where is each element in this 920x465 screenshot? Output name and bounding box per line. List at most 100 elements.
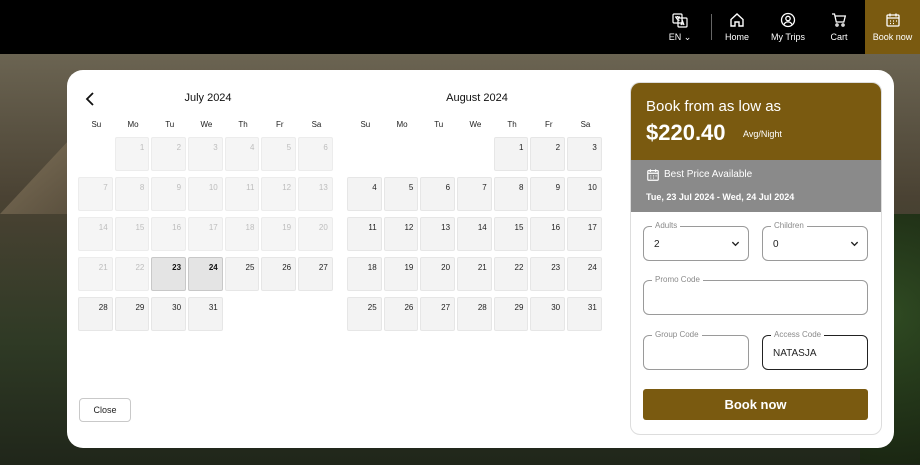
best-price-bar: Best Price Available Tue, 23 Jul 2024 - … — [631, 160, 881, 212]
day-cell[interactable]: 29 — [493, 297, 529, 331]
day-cell[interactable]: 7 — [457, 177, 492, 211]
children-value: 0 — [773, 239, 779, 250]
day-cell[interactable]: 25 — [224, 257, 260, 291]
calendar-icon — [885, 13, 900, 27]
empty-day-cell — [457, 137, 492, 171]
translate-icon — [672, 12, 688, 28]
children-select[interactable]: Children 0 — [762, 221, 868, 261]
weekday-label: Tu — [165, 120, 175, 129]
day-cell[interactable]: 31 — [188, 297, 223, 331]
day-cell[interactable]: 27 — [298, 257, 333, 291]
day-cell[interactable]: 20 — [420, 257, 456, 291]
weekday-label: Tu — [434, 120, 444, 129]
day-cell: 9 — [151, 177, 187, 211]
day-cell[interactable]: 5 — [383, 177, 419, 211]
children-label: Children — [771, 221, 807, 230]
weekday-label: Th — [507, 120, 517, 129]
day-cell[interactable]: 26 — [261, 257, 297, 291]
day-cell: 10 — [188, 177, 223, 211]
day-cell[interactable]: 23 — [151, 257, 187, 291]
best-price-label: Best Price Available — [664, 169, 753, 180]
day-cell[interactable]: 4 — [347, 177, 382, 211]
day-cell: 14 — [78, 217, 113, 251]
month-title: July 2024 — [184, 92, 232, 104]
day-cell[interactable]: 27 — [420, 297, 456, 331]
day-cell[interactable]: 26 — [383, 297, 419, 331]
day-cell[interactable]: 1 — [493, 137, 529, 171]
weekday-label: Sa — [311, 120, 322, 129]
day-cell[interactable]: 11 — [347, 217, 382, 251]
day-cell[interactable]: 2 — [530, 137, 566, 171]
day-cell[interactable]: 13 — [420, 217, 456, 251]
day-cell[interactable]: 21 — [457, 257, 492, 291]
day-cell: 19 — [261, 217, 297, 251]
selected-dates: Tue, 23 Jul 2024 - Wed, 24 Jul 2024 — [646, 192, 795, 202]
chevron-down-icon — [731, 241, 740, 247]
day-cell: 15 — [114, 217, 150, 251]
user-icon — [780, 12, 796, 28]
day-cell[interactable]: 23 — [530, 257, 566, 291]
empty-day-cell — [420, 137, 455, 171]
day-cell: 7 — [78, 177, 113, 211]
day-cell[interactable]: 16 — [530, 217, 566, 251]
promo-code-field[interactable]: Promo Code — [643, 275, 868, 315]
day-cell[interactable]: 18 — [347, 257, 382, 291]
nav-cart[interactable]: Cart — [822, 0, 856, 54]
day-cell: 6 — [298, 137, 333, 171]
nav-divider — [711, 14, 712, 40]
price-unit: Avg/Night — [743, 129, 782, 139]
nav-book-now[interactable]: Book now — [865, 0, 920, 54]
day-cell: 2 — [151, 137, 187, 171]
day-cell[interactable]: 6 — [420, 177, 456, 211]
day-cell[interactable]: 15 — [493, 217, 529, 251]
day-cell: 13 — [298, 177, 333, 211]
day-cell[interactable]: 24 — [567, 257, 602, 291]
day-cell: 1 — [114, 137, 150, 171]
weekday-label: Fr — [276, 120, 284, 129]
nav-trips-label: My Trips — [770, 32, 805, 42]
adults-label: Adults — [652, 221, 681, 230]
day-cell[interactable]: 8 — [493, 177, 529, 211]
day-cell: 20 — [298, 217, 333, 251]
access-code-value: NATASJA — [773, 348, 817, 359]
day-cell[interactable]: 3 — [567, 137, 602, 171]
weekday-row: Su Mo Tu We Th Fr Sa — [347, 120, 607, 129]
weekday-label: Fr — [545, 120, 553, 129]
day-cell[interactable]: 28 — [78, 297, 113, 331]
calendar-icon — [647, 169, 659, 181]
book-now-button[interactable]: Book now — [643, 389, 868, 420]
language-selector[interactable]: EN ⌄ — [664, 0, 696, 54]
adults-value: 2 — [654, 239, 660, 250]
weekday-label: Th — [238, 120, 248, 129]
nav-home-label: Home — [724, 32, 749, 42]
day-cell[interactable]: 12 — [383, 217, 419, 251]
adults-select[interactable]: Adults 2 — [643, 221, 749, 261]
chevron-down-icon: ⌄ — [683, 31, 692, 42]
day-cell[interactable]: 17 — [567, 217, 602, 251]
empty-day-cell — [347, 137, 382, 171]
day-cell: 12 — [261, 177, 297, 211]
day-cell[interactable]: 31 — [567, 297, 602, 331]
nav-my-trips[interactable]: My Trips — [766, 0, 810, 54]
nav-home[interactable]: Home — [718, 0, 756, 54]
day-cell: 21 — [78, 257, 113, 291]
day-cell[interactable]: 29 — [114, 297, 150, 331]
day-cell[interactable]: 30 — [151, 297, 187, 331]
day-cell[interactable]: 22 — [493, 257, 529, 291]
booking-modal: July 2024 Su Mo Tu We Th Fr Sa 123456789… — [67, 70, 894, 448]
access-code-field[interactable]: Access Code NATASJA — [762, 330, 868, 370]
day-cell[interactable]: 24 — [188, 257, 223, 291]
close-button[interactable]: Close — [79, 398, 131, 422]
day-cell[interactable]: 28 — [457, 297, 492, 331]
price-value: $220.40 — [646, 120, 726, 145]
day-cell[interactable]: 19 — [383, 257, 419, 291]
day-cell[interactable]: 9 — [530, 177, 566, 211]
day-cell: 22 — [114, 257, 150, 291]
group-code-field[interactable]: Group Code — [643, 330, 749, 370]
weekday-row: Su Mo Tu We Th Fr Sa — [78, 120, 338, 129]
top-navigation: EN ⌄ Home My Trips Cart Book now — [0, 0, 920, 54]
day-cell[interactable]: 10 — [567, 177, 602, 211]
day-cell[interactable]: 25 — [347, 297, 382, 331]
day-cell[interactable]: 30 — [530, 297, 566, 331]
day-cell[interactable]: 14 — [457, 217, 492, 251]
